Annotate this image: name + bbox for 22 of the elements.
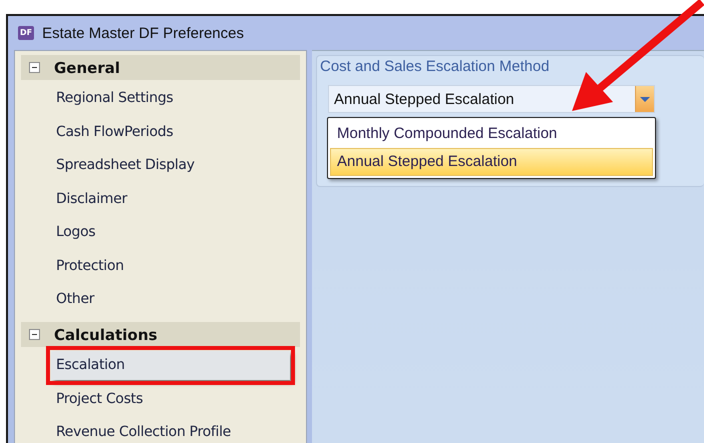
group-header[interactable]: General [21, 55, 300, 80]
caret-icon [640, 96, 650, 102]
group-title: Cost and Sales Escalation Method [320, 58, 550, 75]
sidebar-item[interactable]: Logos [21, 218, 300, 247]
dropdown-option[interactable]: Annual Stepped Escalation [330, 148, 653, 176]
dropdown-option[interactable]: Monthly Compounded Escalation [330, 120, 653, 148]
dropdown-field[interactable]: Annual Stepped Escalation [328, 85, 655, 113]
sidebar-item[interactable]: Spreadsheet Display [21, 151, 300, 180]
sidebar-item[interactable]: Cash FlowPeriods [21, 118, 300, 146]
sidebar-item[interactable]: Protection [21, 252, 300, 280]
window-title: Estate Master DF Preferences [42, 24, 244, 42]
app-badge: DF [18, 26, 34, 40]
sidebar-item[interactable]: Revenue Collection Profile [21, 418, 300, 443]
sidebar-item[interactable]: Disclaimer [21, 184, 300, 214]
group-header[interactable]: Calculations [21, 322, 300, 347]
collapse-icon[interactable] [29, 62, 40, 73]
sidebar-item[interactable]: Regional Settings [21, 84, 300, 113]
sidebar-item[interactable]: Other [21, 285, 300, 314]
collapse-icon[interactable] [29, 329, 40, 340]
dropdown-button[interactable] [635, 86, 654, 112]
sidebar-item[interactable]: Project Costs [21, 384, 300, 414]
sidebar-item[interactable]: Escalation [51, 351, 290, 380]
